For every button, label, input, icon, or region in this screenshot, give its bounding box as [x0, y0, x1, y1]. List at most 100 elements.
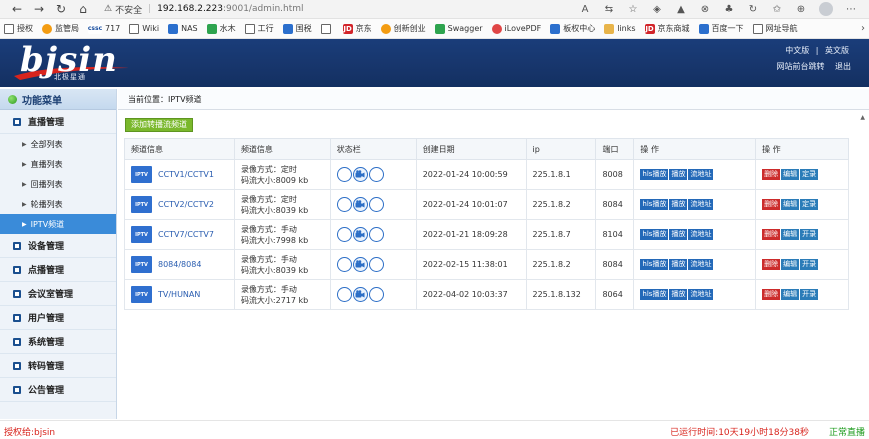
bookmark-blue-icon — [698, 23, 709, 34]
record-button[interactable]: 定录 — [800, 169, 819, 180]
hls-play-button[interactable]: hls播放 — [640, 229, 669, 240]
status-circle-icon — [336, 227, 352, 242]
scroll-up-arrow-icon[interactable]: ▲ — [860, 114, 865, 121]
refresh-page-icon[interactable]: ↻ — [741, 4, 765, 15]
read-aloud-icon[interactable]: A — [573, 4, 597, 15]
bookmark-item[interactable]: Wiki — [129, 23, 159, 34]
browser-actions: A ⇆ ☆ ◈ ▲ ⊗ ♣ ↻ ✩ ⊕ ⋯ — [573, 2, 863, 16]
bookmark-item[interactable]: cssc 717 — [88, 23, 120, 34]
front-site-link[interactable]: 网站前台跳转 — [776, 62, 824, 71]
bookmark-folder-icon — [604, 23, 615, 34]
sidebar-group-0[interactable]: 直播管理 — [0, 110, 116, 134]
play-button[interactable]: 播放 — [669, 289, 688, 300]
bookmark-item[interactable]: 国税 — [282, 23, 312, 34]
bookmark-item[interactable]: 板权中心 — [550, 23, 595, 34]
bookmark-item[interactable]: 百度一下 — [698, 23, 744, 34]
stream-url-button[interactable]: 流地址 — [688, 199, 714, 210]
translate-icon[interactable]: ⇆ — [597, 4, 621, 15]
status-circle-icon — [368, 257, 384, 272]
sidebar-group-6[interactable]: 转码管理 — [0, 354, 116, 378]
favorites-icon[interactable]: ✩ — [765, 4, 789, 15]
stream-url-button[interactable]: 流地址 — [688, 229, 714, 240]
record-button[interactable]: 开录 — [800, 229, 819, 240]
brand-logo[interactable]: bjsin 北极星通 — [12, 40, 132, 84]
bookmark-item[interactable]: 创新创业 — [380, 23, 426, 34]
delete-button[interactable]: 删除 — [762, 259, 781, 270]
bookmark-item[interactable]: JD 京东商城 — [644, 23, 690, 34]
delete-button[interactable]: 删除 — [762, 199, 781, 210]
bookmark-item[interactable] — [320, 23, 334, 34]
sidebar-item-0[interactable]: ▶ 全部列表 — [0, 134, 116, 154]
edit-button[interactable]: 编辑 — [781, 289, 800, 300]
sidebar-item-4[interactable]: ▶ IPTV频道 — [0, 214, 116, 234]
channel-link[interactable]: CCTV7/CCTV7 — [158, 230, 214, 239]
extension-icon-3[interactable]: ⊗ — [693, 4, 717, 15]
extension-icon-2[interactable]: ▲ — [669, 4, 693, 15]
collections-icon[interactable]: ⊕ — [789, 4, 813, 15]
back-icon[interactable]: ← — [6, 1, 28, 17]
bookmark-item[interactable]: NAS — [168, 23, 198, 34]
bookmark-item[interactable]: 水木 — [206, 23, 236, 34]
hls-play-button[interactable]: hls播放 — [640, 169, 669, 180]
lang-cn-link[interactable]: 中文版 — [785, 46, 809, 55]
hls-play-button[interactable]: hls播放 — [640, 259, 669, 270]
edit-button[interactable]: 编辑 — [781, 169, 800, 180]
bookmark-item[interactable]: links — [604, 23, 636, 34]
address-bar[interactable]: ⚠ 不安全 | 192.168.2.223:9001/admin.html — [104, 3, 304, 16]
manage-ops-cell: 删除 编辑 开录 — [755, 219, 849, 250]
play-button[interactable]: 播放 — [669, 229, 688, 240]
stream-url-button[interactable]: 流地址 — [688, 169, 714, 180]
play-button[interactable]: 播放 — [669, 199, 688, 210]
reload-icon[interactable]: ↻ — [50, 1, 72, 17]
menu-square-icon — [13, 117, 21, 126]
bookmark-item[interactable]: iLovePDF — [491, 23, 541, 34]
edit-button[interactable]: 编辑 — [781, 229, 800, 240]
more-menu-icon[interactable]: ⋯ — [839, 4, 863, 15]
channel-link[interactable]: TV/HUNAN — [158, 290, 200, 299]
play-button[interactable]: 播放 — [669, 259, 688, 270]
sidebar-item-2[interactable]: ▶ 回播列表 — [0, 174, 116, 194]
profile-avatar[interactable] — [819, 2, 833, 16]
channel-link[interactable]: 8084/8084 — [158, 260, 201, 269]
record-button[interactable]: 开录 — [800, 259, 819, 270]
forward-icon[interactable]: → — [28, 1, 50, 17]
hls-play-button[interactable]: hls播放 — [640, 199, 669, 210]
bookmark-item[interactable]: 授权 — [4, 23, 33, 34]
menu-square-icon — [13, 385, 21, 394]
stream-url-button[interactable]: 流地址 — [688, 259, 714, 270]
sidebar-group-1[interactable]: 设备管理 — [0, 234, 116, 258]
edit-button[interactable]: 编辑 — [781, 259, 800, 270]
sidebar-group-7[interactable]: 公告管理 — [0, 378, 116, 402]
lang-en-link[interactable]: 英文版 — [825, 46, 849, 55]
sidebar-group-2[interactable]: 点播管理 — [0, 258, 116, 282]
delete-button[interactable]: 删除 — [762, 289, 781, 300]
sidebar-group-3[interactable]: 会议室管理 — [0, 282, 116, 306]
bookmarks-more-icon[interactable]: › — [861, 23, 865, 34]
extension-icon-4[interactable]: ♣ — [717, 4, 741, 15]
sidebar-item-1[interactable]: ▶ 直播列表 — [0, 154, 116, 174]
record-button[interactable]: 定录 — [800, 199, 819, 210]
sidebar-group-4[interactable]: 用户管理 — [0, 306, 116, 330]
bookmark-item[interactable]: JD 京东 — [342, 23, 372, 34]
bookmark-item[interactable]: 网址导航 — [752, 23, 798, 34]
edit-button[interactable]: 编辑 — [781, 199, 800, 210]
record-button[interactable]: 开录 — [800, 289, 819, 300]
delete-button[interactable]: 删除 — [762, 169, 781, 180]
bookmark-item[interactable]: 工行 — [244, 23, 274, 34]
hls-play-button[interactable]: hls播放 — [640, 289, 669, 300]
logout-link[interactable]: 退出 — [835, 62, 851, 71]
bookmark-item[interactable]: 监管局 — [42, 23, 79, 34]
channel-link[interactable]: CCTV2/CCTV2 — [158, 200, 214, 209]
extension-icon[interactable]: ◈ — [645, 4, 669, 15]
channel-link[interactable]: CCTV1/CCTV1 — [158, 170, 214, 179]
play-button[interactable]: 播放 — [669, 169, 688, 180]
favorite-icon[interactable]: ☆ — [621, 4, 645, 15]
stream-url-button[interactable]: 流地址 — [688, 289, 714, 300]
add-channel-button[interactable]: 添加转播流频道 — [125, 118, 193, 132]
triangle-right-icon: ▶ — [22, 200, 27, 208]
home-icon[interactable]: ⌂ — [72, 1, 94, 17]
sidebar-group-5[interactable]: 系统管理 — [0, 330, 116, 354]
bookmark-item[interactable]: Swagger — [434, 23, 483, 34]
sidebar-item-3[interactable]: ▶ 轮播列表 — [0, 194, 116, 214]
delete-button[interactable]: 删除 — [762, 229, 781, 240]
